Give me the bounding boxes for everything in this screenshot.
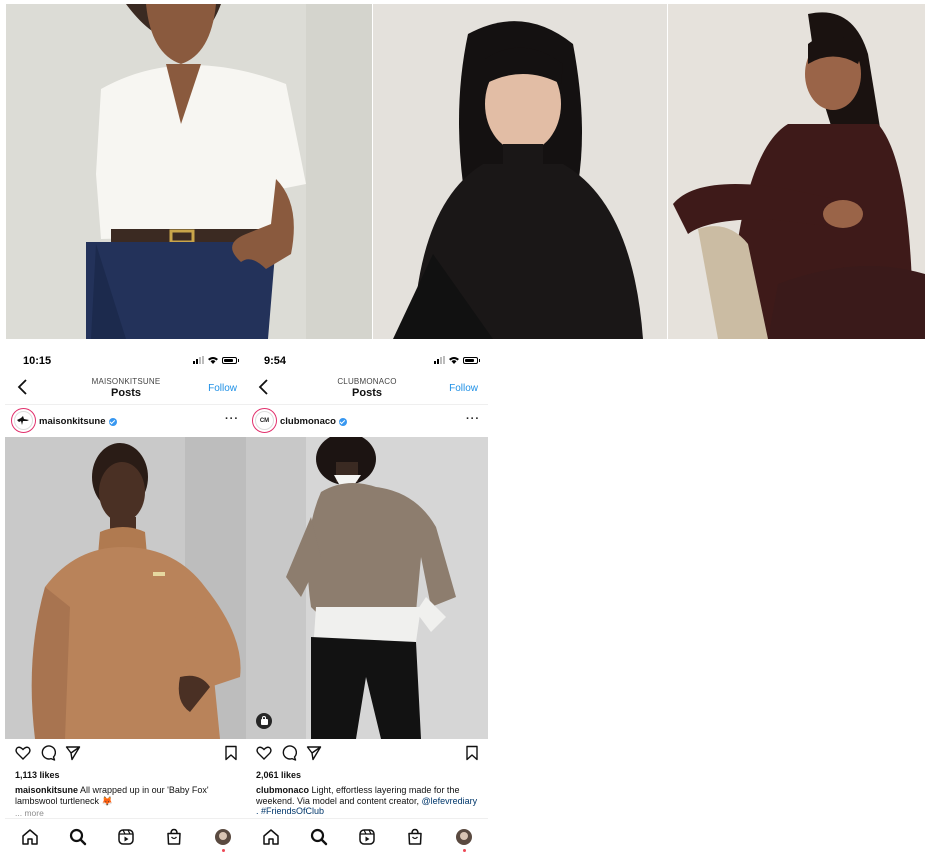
username-text: maisonkitsune [39,416,106,427]
more-link[interactable]: ... more [15,808,44,818]
shop-icon[interactable] [165,828,183,846]
post-actions [246,745,488,765]
send-icon[interactable] [306,745,322,761]
home-icon[interactable] [21,828,39,846]
post-actions [5,745,247,765]
home-icon[interactable] [262,828,280,846]
avatar[interactable]: CM [252,408,277,433]
follow-button[interactable]: Follow [208,383,237,394]
notification-dot [462,849,466,852]
top-navigation: CLUBMONACO Posts Follow [246,373,488,403]
profile-avatar[interactable] [215,829,231,845]
fox-logo-icon [17,416,29,425]
caption: maisonkitsune All wrapped up in our 'Bab… [15,785,239,806]
profile-avatar[interactable] [456,829,472,845]
reels-icon[interactable] [358,828,376,846]
comment-icon[interactable] [281,745,297,761]
verified-badge-icon [108,417,117,426]
post-header: maisonkitsune ··· [5,404,247,436]
username-text: clubmonaco [280,416,336,427]
shop-icon[interactable] [406,828,424,846]
wifi-icon [449,357,459,364]
shopping-bag-icon[interactable] [256,713,272,729]
post-image[interactable] [5,437,247,739]
status-icons [193,356,239,364]
post-screen-maisonkitsune: 10:15 MAISONKITSUNE Posts Follow maisonk… [5,349,247,859]
battery-icon [463,356,480,364]
reels-icon[interactable] [117,828,135,846]
likes-count[interactable]: 2,061 likes [256,770,301,780]
username[interactable]: clubmonaco [280,416,347,427]
post-screen-clubmonaco: 9:54 CLUBMONACO Posts Follow CM clubmona… [246,349,488,859]
bookmark-icon[interactable] [223,745,239,761]
likes-count[interactable]: 1,113 likes [15,770,60,780]
bottom-tab-bar [5,818,247,859]
more-horizontal-icon[interactable]: ··· [225,413,239,425]
caption-username[interactable]: maisonkitsune [15,785,78,795]
top-navigation: MAISONKITSUNE Posts Follow [5,373,247,403]
photo-black-turtleneck [373,4,667,339]
more-horizontal-icon[interactable]: ··· [466,413,480,425]
status-bar: 10:15 [5,349,247,371]
comment-icon[interactable] [40,745,56,761]
heart-icon[interactable] [15,745,31,761]
username[interactable]: maisonkitsune [39,416,117,427]
status-icons [434,356,480,364]
avatar[interactable] [11,408,36,433]
status-time: 10:15 [23,355,52,367]
photo-burgundy-turtleneck [668,4,925,339]
status-time: 9:54 [264,355,287,367]
battery-icon [222,356,239,364]
bookmark-icon[interactable] [464,745,480,761]
verified-badge-icon [338,417,347,426]
notification-dot [221,849,225,852]
bottom-tab-bar [246,818,488,859]
post-header: CM clubmonaco ··· [246,404,488,436]
post-image[interactable] [246,437,488,739]
signal-icon [434,356,445,364]
avatar-logo-text: CM [255,411,274,430]
signal-icon [193,356,204,364]
search-icon[interactable] [310,828,328,846]
send-icon[interactable] [65,745,81,761]
wifi-icon [208,357,218,364]
caption: clubmonaco Light, effortless layering ma… [256,785,480,816]
heart-icon[interactable] [256,745,272,761]
photo-white-shirt [6,4,372,339]
search-icon[interactable] [69,828,87,846]
caption-username[interactable]: clubmonaco [256,785,309,795]
follow-button[interactable]: Follow [449,383,478,394]
status-bar: 9:54 [246,349,488,371]
